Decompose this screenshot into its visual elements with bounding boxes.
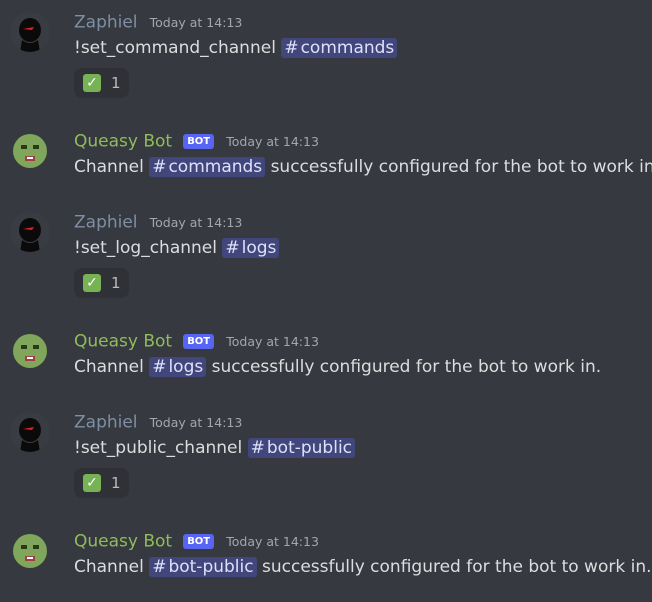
dark-silhouette-avatar-icon [10, 412, 50, 452]
channel-mention-label: logs [241, 238, 277, 258]
author-name[interactable]: Queasy Bot [74, 132, 172, 152]
user-avatar[interactable] [10, 412, 50, 452]
bot-avatar[interactable] [10, 131, 50, 171]
reaction-button[interactable]: ✓ 1 [74, 68, 129, 98]
author-name[interactable]: Queasy Bot [74, 532, 172, 552]
white-check-mark-icon: ✓ [83, 474, 101, 492]
bot-avatar[interactable] [10, 531, 50, 571]
white-check-mark-icon: ✓ [83, 74, 101, 92]
channel-mention[interactable]: # logs [222, 238, 280, 258]
channel-mention[interactable]: # commands [281, 38, 398, 58]
message-content: !set_command_channel # commands [74, 37, 398, 59]
author-name[interactable]: Zaphiel [74, 13, 138, 33]
message-prefix: Channel [74, 157, 144, 177]
message-suffix: successfully configured for the bot to w… [211, 357, 602, 377]
user-avatar[interactable] [10, 212, 50, 252]
channel-mention[interactable]: # bot-public [149, 557, 257, 577]
hash-icon: # [225, 238, 240, 258]
message-timestamp: Today at 14:13 [226, 534, 319, 549]
channel-mention[interactable]: # logs [149, 357, 207, 377]
message-content: Channel # logs successfully configured fo… [74, 356, 601, 378]
reaction-count: 1 [111, 474, 121, 492]
channel-mention-label: commands [168, 157, 263, 177]
chat-messages: Zaphiel Today at 14:13 !set_command_chan… [0, 0, 652, 602]
message-timestamp: Today at 14:13 [149, 215, 243, 230]
message-content: !set_public_channel # bot-public [74, 437, 356, 459]
reaction-button[interactable]: ✓ 1 [74, 268, 129, 298]
green-face-avatar-icon [10, 131, 50, 171]
reaction-button[interactable]: ✓ 1 [74, 468, 129, 498]
author-name[interactable]: Queasy Bot [74, 332, 172, 352]
dark-silhouette-avatar-icon [10, 212, 50, 252]
message-timestamp: Today at 14:13 [149, 15, 243, 30]
green-face-avatar-icon [10, 331, 50, 371]
bot-badge: BOT [183, 134, 215, 149]
reaction-count: 1 [111, 74, 121, 92]
message-content: !set_log_channel # logs [74, 237, 280, 259]
message-content: Channel # bot-public successfully configu… [74, 556, 652, 578]
bot-badge: BOT [183, 534, 215, 549]
channel-mention-label: bot-public [168, 557, 254, 577]
white-check-mark-icon: ✓ [83, 274, 101, 292]
dark-silhouette-avatar-icon [10, 12, 50, 52]
message-timestamp: Today at 14:13 [226, 134, 319, 149]
author-name[interactable]: Zaphiel [74, 213, 138, 233]
hash-icon: # [152, 357, 167, 377]
command-text: !set_command_channel [74, 38, 276, 58]
channel-mention-label: bot-public [266, 438, 353, 458]
message-timestamp: Today at 14:13 [226, 334, 319, 349]
channel-mention-label: logs [168, 357, 204, 377]
channel-mention[interactable]: # bot-public [247, 438, 356, 458]
hash-icon: # [152, 157, 167, 177]
message-suffix: successfully configured for the bot to w… [262, 557, 652, 577]
user-avatar[interactable] [10, 12, 50, 52]
message-timestamp: Today at 14:13 [149, 415, 243, 430]
reaction-count: 1 [111, 274, 121, 292]
message-prefix: Channel [74, 557, 144, 577]
message-content: Channel # commands successfully configure… [74, 156, 652, 178]
channel-mention-label: commands [300, 38, 395, 58]
bot-badge: BOT [183, 334, 215, 349]
hash-icon: # [284, 38, 299, 58]
command-text: !set_public_channel [74, 438, 243, 458]
green-face-avatar-icon [10, 531, 50, 571]
author-name[interactable]: Zaphiel [74, 413, 138, 433]
hash-icon: # [152, 557, 167, 577]
channel-mention[interactable]: # commands [149, 157, 266, 177]
bot-avatar[interactable] [10, 331, 50, 371]
hash-icon: # [250, 438, 265, 458]
command-text: !set_log_channel [74, 238, 217, 258]
message-prefix: Channel [74, 357, 144, 377]
message-suffix: successfully configured for the bot to w… [270, 157, 652, 177]
